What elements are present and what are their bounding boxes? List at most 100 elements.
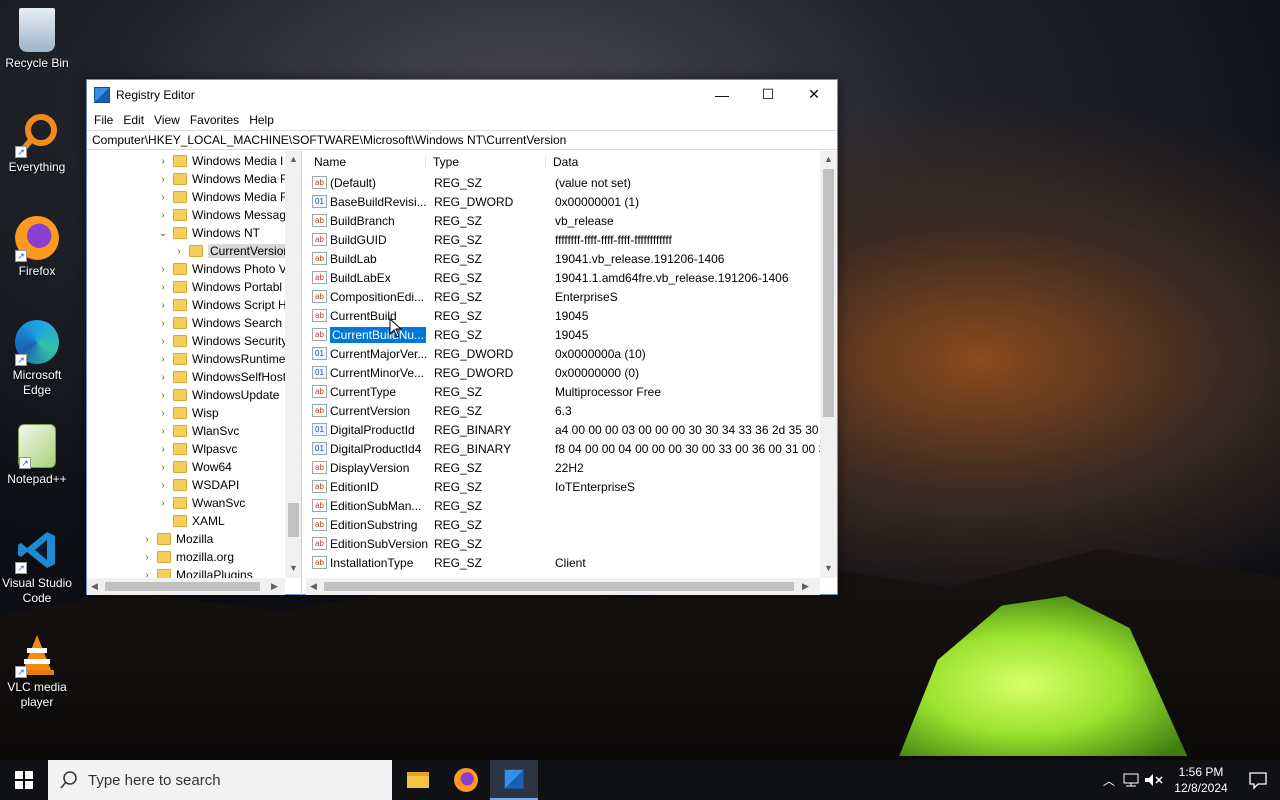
expand-chevron-icon[interactable]: › (157, 192, 169, 203)
value-row[interactable]: ab EditionSubMan... REG_SZ (306, 496, 837, 515)
show-hidden-icons-chevron-icon[interactable]: ︿ (1098, 772, 1120, 789)
tree-item[interactable]: › Mozilla (141, 530, 213, 548)
value-row[interactable]: ab BuildLab REG_SZ 19041.vb_release.191206-… (306, 249, 837, 268)
expand-chevron-icon[interactable]: › (157, 336, 169, 347)
scroll-up-arrow-icon[interactable]: ▲ (824, 154, 833, 164)
volume-muted-icon[interactable] (1142, 772, 1166, 788)
expand-chevron-icon[interactable]: › (157, 354, 169, 365)
tree-item[interactable]: › Windows Search (157, 314, 282, 332)
start-button[interactable] (0, 760, 48, 800)
expand-chevron-icon[interactable]: › (141, 534, 153, 545)
collapse-chevron-icon[interactable]: ⌄ (157, 228, 169, 239)
list-vertical-scrollbar[interactable]: ▲ ▼ (820, 151, 837, 578)
tree-horizontal-scrollbar[interactable]: ◀ ▶ (87, 578, 285, 595)
taskbar-file-explorer[interactable] (394, 760, 442, 800)
desktop-icon-vlc[interactable]: ↗ VLC media player (0, 632, 74, 710)
taskbar-registry-editor[interactable] (490, 760, 538, 800)
tree-item[interactable]: › WwanSvc (157, 494, 245, 512)
expand-chevron-icon[interactable]: › (157, 318, 169, 329)
value-row[interactable]: ab CompositionEdi... REG_SZ EnterpriseS (306, 287, 837, 306)
menu-favorites[interactable]: Favorites (185, 113, 244, 127)
column-header-type[interactable]: Type (425, 155, 545, 169)
menu-edit[interactable]: Edit (118, 113, 149, 127)
tree-item-currentversion[interactable]: › CurrentVersior (173, 242, 290, 260)
value-row[interactable]: ab DisplayVersion REG_SZ 22H2 (306, 458, 837, 477)
value-row[interactable]: ab CurrentVersion REG_SZ 6.3 (306, 401, 837, 420)
value-row[interactable]: ab BuildBranch REG_SZ vb_release (306, 211, 837, 230)
value-row[interactable]: ab EditionSubVersion REG_SZ (306, 534, 837, 553)
value-row[interactable]: ab BuildLabEx REG_SZ 19041.1.amd64fre.vb_re… (306, 268, 837, 287)
tree-item[interactable]: › Wisp (157, 404, 218, 422)
value-row[interactable]: 01 DigitalProductId REG_BINARY a4 00 00 00 … (306, 420, 837, 439)
value-row[interactable]: ab EditionID REG_SZ IoTEnterpriseS (306, 477, 837, 496)
value-row[interactable]: 01 CurrentMinorVe... REG_DWORD 0x00000000 (… (306, 363, 837, 382)
value-row[interactable]: ab CurrentBuild REG_SZ 19045 (306, 306, 837, 325)
expand-chevron-icon[interactable]: › (157, 426, 169, 437)
taskbar-firefox[interactable] (442, 760, 490, 800)
taskbar-search-box[interactable]: Type here to search (48, 760, 392, 800)
value-row[interactable]: 01 CurrentMajorVer... REG_DWORD 0x0000000a … (306, 344, 837, 363)
menu-file[interactable]: File (89, 113, 118, 127)
scroll-right-arrow-icon[interactable]: ▶ (802, 581, 809, 592)
column-header-name[interactable]: Name (306, 155, 425, 169)
values-list-pane[interactable]: Name Type Data ab (Default) REG_SZ (value n… (306, 151, 837, 595)
tree-item[interactable]: › WlanSvc (157, 422, 239, 440)
value-row[interactable]: ab EditionSubstring REG_SZ (306, 515, 837, 534)
desktop-icon-notepadpp[interactable]: ↗ Notepad++ (0, 424, 74, 487)
value-row[interactable]: ab CurrentBuildNu... REG_SZ 19045 (306, 325, 837, 344)
minimize-button[interactable]: — (699, 80, 745, 109)
desktop-icon-edge[interactable]: ↗ Microsoft Edge (0, 320, 74, 398)
list-horizontal-scrollbar[interactable]: ◀ ▶ (306, 578, 820, 595)
desktop-icon-everything[interactable]: ↗ Everything (0, 112, 74, 175)
tree-item[interactable]: XAML (157, 512, 225, 530)
desktop-icon-vscode[interactable]: ↗ Visual Studio Code (0, 528, 74, 606)
expand-chevron-icon[interactable]: › (141, 552, 153, 563)
scroll-right-arrow-icon[interactable]: ▶ (271, 581, 278, 592)
tree-item[interactable]: › Windows Media F (157, 170, 287, 188)
close-button[interactable]: ✕ (791, 80, 837, 109)
scrollbar-thumb[interactable] (288, 503, 299, 537)
value-row[interactable]: ab InstallationType REG_SZ Client (306, 553, 837, 572)
menu-view[interactable]: View (149, 113, 185, 127)
expand-chevron-icon[interactable]: › (157, 462, 169, 473)
tree-item-windows-nt[interactable]: ⌄ Windows NT (157, 224, 260, 242)
title-bar[interactable]: Registry Editor — ☐ ✕ (87, 80, 837, 109)
scroll-left-arrow-icon[interactable]: ◀ (310, 581, 317, 592)
value-row[interactable]: ab CurrentType REG_SZ Multiprocessor Free (306, 382, 837, 401)
tree-item[interactable]: › Windows Portabl (157, 278, 282, 296)
scroll-down-arrow-icon[interactable]: ▼ (289, 563, 298, 573)
desktop-icon-firefox[interactable]: ↗ Firefox (0, 216, 74, 279)
tree-item[interactable]: › WindowsSelfHost (157, 368, 286, 386)
expand-chevron-icon[interactable]: › (157, 372, 169, 383)
tree-item[interactable]: › Windows Messag (157, 206, 286, 224)
maximize-button[interactable]: ☐ (745, 80, 791, 109)
expand-chevron-icon[interactable]: › (157, 444, 169, 455)
key-tree-pane[interactable]: › Windows Media I › Windows Media F › Windo… (87, 151, 302, 595)
tree-item[interactable]: › Windows Photo V (157, 260, 286, 278)
expand-chevron-icon[interactable]: › (157, 156, 169, 167)
scrollbar-thumb[interactable] (324, 582, 794, 591)
tree-item[interactable]: › mozilla.org (141, 548, 234, 566)
expand-chevron-icon[interactable]: › (157, 390, 169, 401)
tree-item[interactable]: › Windows Media I (157, 152, 283, 170)
expand-chevron-icon[interactable]: › (157, 498, 169, 509)
tree-item[interactable]: › WindowsUpdate (157, 386, 279, 404)
tree-item[interactable]: › Windows Script H (157, 296, 286, 314)
expand-chevron-icon[interactable]: › (157, 300, 169, 311)
desktop-icon-recycle-bin[interactable]: Recycle Bin (0, 8, 74, 71)
value-row[interactable]: 01 DigitalProductId4 REG_BINARY f8 04 00 00… (306, 439, 837, 458)
column-header-data[interactable]: Data (545, 155, 837, 169)
scroll-left-arrow-icon[interactable]: ◀ (91, 581, 98, 592)
expand-chevron-icon[interactable]: › (157, 174, 169, 185)
tree-item[interactable]: › Windows Security (157, 332, 287, 350)
expand-chevron-icon[interactable]: › (157, 264, 169, 275)
scrollbar-thumb[interactable] (823, 169, 834, 417)
tree-item[interactable]: › WSDAPI (157, 476, 239, 494)
tree-item[interactable]: › Wlpasvc (157, 440, 237, 458)
value-row[interactable]: ab (Default) REG_SZ (value not set) (306, 173, 837, 192)
tree-vertical-scrollbar[interactable]: ▲ ▼ (285, 151, 301, 578)
scrollbar-thumb[interactable] (105, 582, 260, 591)
tree-item[interactable]: › Wow64 (157, 458, 231, 476)
scroll-up-arrow-icon[interactable]: ▲ (289, 154, 298, 164)
expand-chevron-icon[interactable]: › (157, 480, 169, 491)
